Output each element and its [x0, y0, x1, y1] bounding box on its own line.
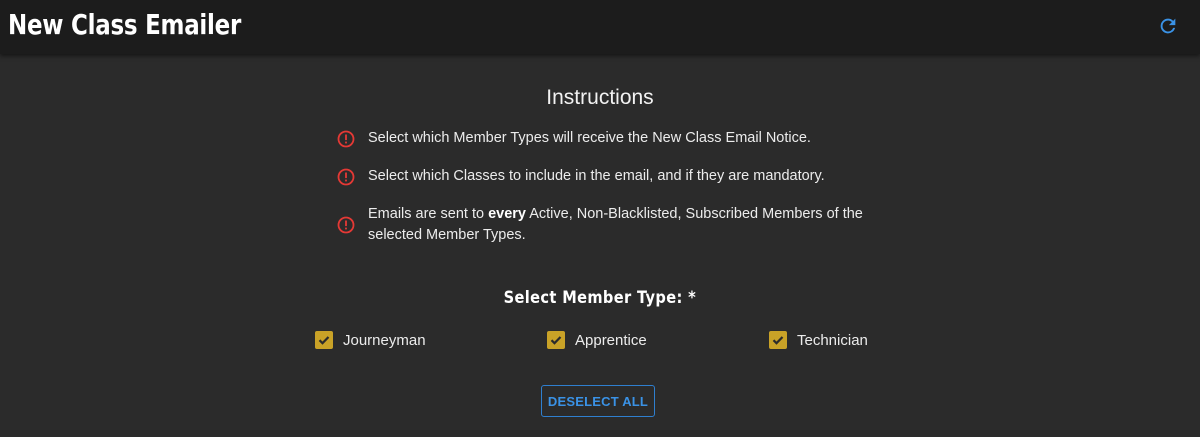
- app-header: New Class Emailer: [0, 0, 1200, 54]
- instructions-heading: Instructions: [546, 86, 654, 109]
- alert-circle-icon: [337, 216, 355, 234]
- instruction-text-part: Emails are sent to: [368, 206, 489, 222]
- instruction-item: Select which Member Types will receive t…: [337, 128, 867, 149]
- checkbox-journeyman[interactable]: Journeyman: [315, 331, 426, 349]
- instruction-emphasis: every: [488, 206, 526, 222]
- deselect-all-button[interactable]: DESELECT ALL: [541, 385, 655, 417]
- instruction-item: Emails are sent to every Active, Non-Bla…: [337, 204, 867, 246]
- app-title: New Class Emailer: [8, 8, 242, 41]
- checkbox-checked-icon[interactable]: [769, 331, 787, 349]
- instruction-text: Select which Classes to include in the e…: [368, 168, 825, 184]
- instruction-text: Emails are sent to every Active, Non-Bla…: [368, 204, 867, 246]
- checkbox-label: Journeyman: [343, 331, 426, 349]
- alert-circle-icon: [337, 130, 355, 148]
- alert-circle-icon: [337, 168, 355, 186]
- checkbox-label: Technician: [797, 331, 868, 349]
- instruction-item: Select which Classes to include in the e…: [337, 166, 867, 187]
- checkbox-checked-icon[interactable]: [315, 331, 333, 349]
- checkbox-technician[interactable]: Technician: [769, 331, 868, 349]
- instruction-text: Select which Member Types will receive t…: [368, 130, 811, 146]
- checkbox-checked-icon[interactable]: [547, 331, 565, 349]
- checkbox-label: Apprentice: [575, 331, 647, 349]
- checkbox-apprentice[interactable]: Apprentice: [547, 331, 647, 349]
- member-type-title: Select Member Type: *: [0, 288, 1200, 308]
- member-type-title-text: Select Member Type: *: [503, 288, 697, 308]
- refresh-icon[interactable]: [1157, 15, 1179, 37]
